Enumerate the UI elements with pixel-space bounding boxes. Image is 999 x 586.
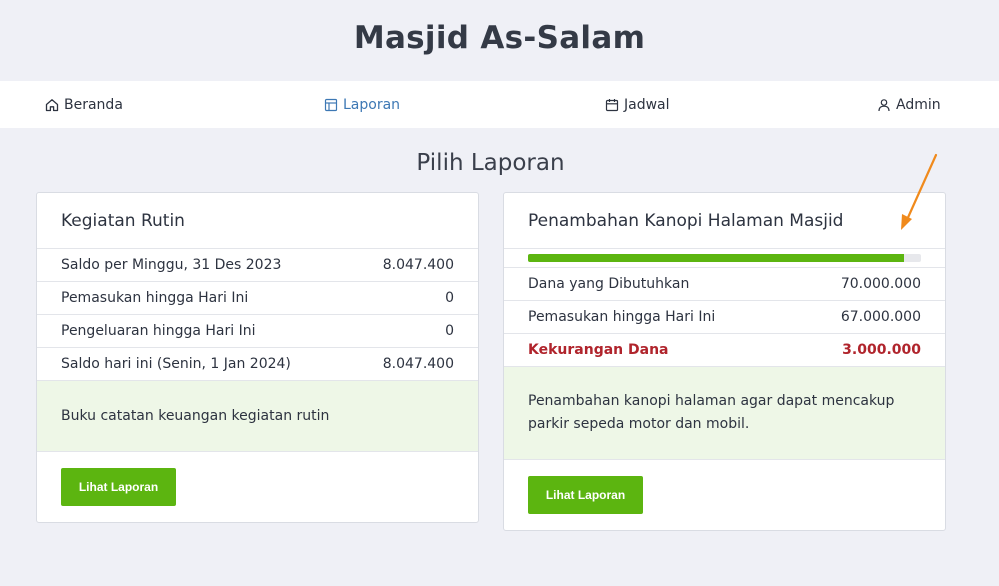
- calendar-icon: [605, 98, 619, 111]
- shortage-row: Kekurangan Dana 3.000.000: [504, 334, 945, 367]
- user-icon: [878, 98, 890, 111]
- site-title: Masjid As-Salam: [353, 20, 646, 56]
- table-row: Saldo per Minggu, 31 Des 2023 8.047.400: [37, 249, 478, 282]
- progress-fill: [528, 254, 905, 262]
- progress-track: [528, 254, 921, 262]
- table-row: Saldo hari ini (Senin, 1 Jan 2024) 8.047…: [37, 348, 478, 381]
- nav-item-jadwal[interactable]: Jadwal: [605, 81, 670, 128]
- row-value: 3.000.000: [842, 342, 921, 358]
- row-value: 0: [445, 290, 454, 306]
- nav-label-jadwal: Jadwal: [624, 96, 670, 113]
- row-label: Saldo per Minggu, 31 Des 2023: [61, 257, 282, 273]
- table-row: Pengeluaran hingga Hari Ini 0: [37, 315, 478, 348]
- report-card-kanopi: Penambahan Kanopi Halaman Masjid Dana ya…: [503, 192, 946, 531]
- nav-label-laporan: Laporan: [343, 96, 401, 113]
- row-value: 67.000.000: [840, 309, 921, 325]
- funding-progress: [504, 249, 945, 268]
- row-label: Pemasukan hingga Hari Ini: [528, 309, 716, 325]
- card-title: Penambahan Kanopi Halaman Masjid: [504, 193, 945, 249]
- card-description: Penambahan kanopi halaman agar dapat men…: [504, 367, 945, 460]
- row-value: 8.047.400: [382, 356, 454, 372]
- table-row: Pemasukan hingga Hari Ini 67.000.000: [504, 301, 945, 334]
- layout-icon: [324, 98, 338, 111]
- row-label: Dana yang Dibutuhkan: [528, 276, 690, 292]
- nav-label-admin: Admin: [896, 96, 941, 113]
- nav-label-beranda: Beranda: [64, 96, 123, 113]
- nav-item-laporan[interactable]: Laporan: [324, 81, 400, 128]
- report-card-kegiatan-rutin: Kegiatan Rutin Saldo per Minggu, 31 Des …: [36, 192, 479, 523]
- row-value: 70.000.000: [840, 276, 921, 292]
- table-row: Dana yang Dibutuhkan 70.000.000: [504, 268, 945, 301]
- card-title: Kegiatan Rutin: [37, 193, 478, 249]
- row-label: Pengeluaran hingga Hari Ini: [61, 323, 256, 339]
- row-value: 8.047.400: [382, 257, 454, 273]
- row-label: Saldo hari ini (Senin, 1 Jan 2024): [61, 356, 291, 372]
- annotation-arrow-icon: [901, 153, 938, 230]
- card-description: Buku catatan keuangan kegiatan rutin: [37, 381, 478, 452]
- main-navbar: Beranda Laporan Jadwal Admin: [0, 81, 999, 128]
- row-value: 0: [445, 323, 454, 339]
- row-label: Kekurangan Dana: [528, 342, 669, 358]
- nav-item-admin[interactable]: Admin: [877, 81, 941, 128]
- home-icon: [45, 98, 59, 111]
- row-label: Pemasukan hingga Hari Ini: [61, 290, 249, 306]
- view-report-button[interactable]: Lihat Laporan: [528, 476, 643, 514]
- view-report-button[interactable]: Lihat Laporan: [61, 468, 176, 506]
- page-heading: Pilih Laporan: [416, 150, 565, 176]
- table-row: Pemasukan hingga Hari Ini 0: [37, 282, 478, 315]
- nav-item-beranda[interactable]: Beranda: [45, 81, 123, 128]
